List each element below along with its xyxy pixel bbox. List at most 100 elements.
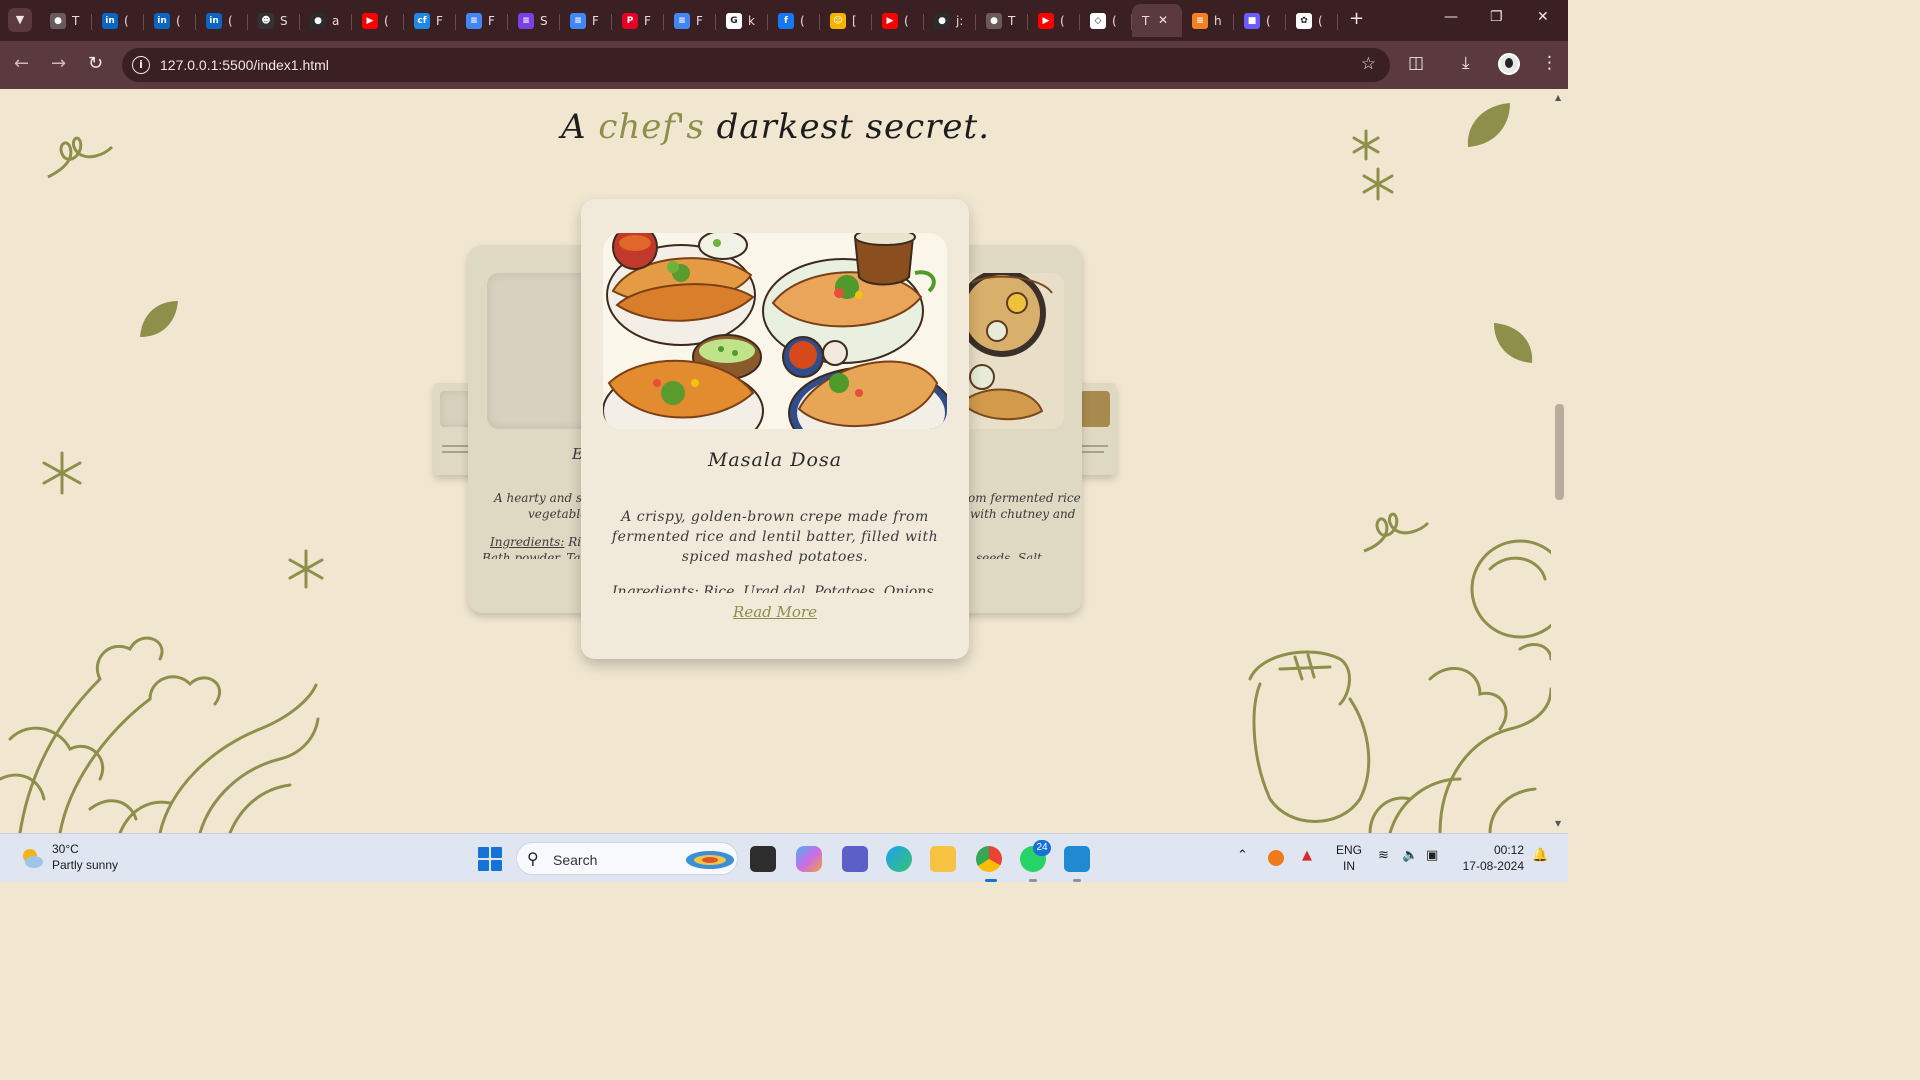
dish-ingredients: Ingredients: Rice, Urad dal, Potatoes, O… — [612, 584, 938, 593]
battery-icon[interactable]: ▣ — [1426, 848, 1438, 863]
browser-tab[interactable]: ◇( — [1080, 4, 1132, 37]
browser-tab[interactable]: in ( — [144, 4, 196, 37]
scroll-up-icon[interactable]: ▲ — [1555, 93, 1561, 102]
weather-temperature[interactable]: 30°C — [52, 842, 79, 856]
browser-tab[interactable]: PF — [612, 4, 664, 37]
task-view-icon[interactable] — [750, 846, 776, 872]
close-window-icon[interactable]: ✕ — [1537, 9, 1549, 25]
browser-tab[interactable]: ≡ F — [560, 4, 612, 37]
star-sprig-icon — [1352, 129, 1394, 201]
star-sprig-icon — [42, 451, 82, 495]
sync-icon[interactable]: ▲ — [1302, 848, 1312, 863]
tab-title: ( — [176, 13, 181, 28]
scroll-down-icon[interactable]: ▼ — [1555, 819, 1561, 828]
tab-title: ( — [1266, 13, 1271, 28]
tab-search-icon[interactable]: ▼ — [8, 8, 32, 32]
browser-tab[interactable]: ▶( — [352, 4, 404, 37]
browser-tab[interactable]: ☺[ — [820, 4, 872, 37]
copilot-icon[interactable] — [796, 846, 822, 872]
tab-title: F — [488, 13, 495, 28]
partly-sunny-icon[interactable] — [20, 846, 44, 870]
system-clock[interactable]: 00:12 17-08-2024 — [1458, 842, 1524, 874]
vscode-icon[interactable] — [1064, 846, 1090, 872]
extensions-icon[interactable]: ◫ — [1408, 53, 1424, 73]
browser-tab[interactable]: cf F — [404, 4, 456, 37]
forward-icon[interactable]: → — [51, 54, 66, 74]
dish-title: Masala Dosa — [707, 449, 843, 471]
search-highlight-icon — [686, 851, 734, 869]
scroll-thumb[interactable] — [1555, 404, 1564, 500]
close-tab-icon[interactable]: ✕ — [1158, 13, 1168, 27]
url-text[interactable]: 127.0.0.1:5500/index1.html — [160, 57, 329, 73]
tab-list: ● Tin(in(in(☻ S ● a ▶(cf F ≡ F ≡ S ≡ F P F ≡ F Gk f(☺[▶(● j… — [40, 4, 1338, 41]
browser-tab[interactable]: ✿( — [1286, 4, 1338, 37]
language-indicator[interactable]: ENG IN — [1336, 842, 1362, 874]
browser-tab[interactable]: ≡ F — [664, 4, 716, 37]
file-explorer-icon[interactable] — [930, 846, 956, 872]
docs-icon: ≡ — [466, 12, 482, 29]
browser-tab[interactable]: ≡ F — [456, 4, 508, 37]
vine-swirl-icon — [47, 136, 114, 179]
browser-tab[interactable]: ● T — [976, 4, 1028, 37]
github-icon: ● — [310, 12, 326, 29]
browser-tab[interactable]: f( — [768, 4, 820, 37]
browser-tab[interactable]: ▶( — [1028, 4, 1080, 37]
taskbar-search-box[interactable]: ⚲ Search — [516, 842, 738, 875]
show-hidden-icons-chevron-icon[interactable]: ⌃ — [1237, 848, 1248, 863]
bookmark-star-icon[interactable]: ☆ — [1361, 54, 1376, 74]
windows-start-icon[interactable] — [478, 847, 502, 871]
tab-title: S — [280, 13, 288, 28]
pinterest-icon: P — [622, 12, 638, 29]
emoji-icon: ☺ — [830, 12, 846, 29]
wifi-icon[interactable]: ≋ — [1378, 848, 1389, 863]
browser-tab[interactable]: ● T — [40, 4, 92, 37]
browser-tab[interactable]: ▶( — [872, 4, 924, 37]
tab-title: F — [592, 13, 599, 28]
new-tab-button[interactable]: + — [1349, 8, 1364, 29]
chatgpt-icon: ✿ — [1296, 12, 1312, 29]
tab-title: k — [748, 13, 755, 28]
vegetables-illustration-left — [0, 636, 320, 833]
carousel-card-active[interactable]: Masala Dosa A crispy, golden-brown crepe… — [581, 199, 969, 659]
edge-icon[interactable] — [886, 846, 912, 872]
whatsapp-unread-badge: 24 — [1033, 840, 1051, 856]
tab-title: S — [540, 13, 548, 28]
tab-title: ( — [1112, 13, 1117, 28]
browser-tab[interactable]: in ( — [196, 4, 248, 37]
weather-description[interactable]: Partly sunny — [52, 858, 118, 872]
browser-tab[interactable]: ≡ h — [1182, 4, 1234, 37]
address-bar[interactable]: i 127.0.0.1:5500/index1.html ☆ — [122, 48, 1390, 82]
back-icon[interactable]: ← — [14, 54, 29, 74]
browser-tab[interactable]: ☻ S — [248, 4, 300, 37]
language-region: IN — [1343, 859, 1355, 873]
card-ingredients: Ingredients: Ric — [490, 535, 588, 549]
windows-taskbar: 30°C Partly sunny ⚲ Search 24 ⌃ ▲ ENG IN … — [0, 833, 1568, 882]
teams-icon[interactable] — [842, 846, 868, 872]
github-icon: ● — [934, 12, 950, 29]
menu-kebab-icon[interactable]: ⋮ — [1541, 53, 1558, 73]
heading-pre: A — [560, 107, 599, 147]
browser-tab[interactable]: Gk — [716, 4, 768, 37]
download-icon[interactable]: ⤓ — [1462, 53, 1470, 73]
page-scrollbar[interactable]: ▲ ▼ — [1551, 89, 1568, 833]
browser-tab[interactable]: ● a — [300, 4, 352, 37]
avast-icon[interactable] — [1268, 850, 1284, 866]
browser-tab-active[interactable]: T ✕ — [1132, 4, 1182, 37]
browser-tab[interactable]: in ( — [92, 4, 144, 37]
volume-icon[interactable]: 🔈 — [1402, 848, 1418, 863]
site-info-icon[interactable]: i — [132, 56, 150, 74]
tab-title: ( — [1318, 13, 1323, 28]
browser-tab[interactable]: ● j: — [924, 4, 976, 37]
read-more-link[interactable]: Read More — [581, 603, 969, 621]
restore-icon[interactable]: ❐ — [1490, 9, 1503, 25]
reload-icon[interactable]: ↻ — [88, 54, 103, 74]
profile-avatar[interactable] — [1498, 53, 1520, 75]
heading-accent: chef's — [598, 107, 705, 147]
clock-date: 17-08-2024 — [1462, 859, 1524, 873]
minimize-icon[interactable]: — — [1444, 9, 1458, 25]
chrome-icon[interactable] — [976, 846, 1002, 872]
search-label: Search — [553, 852, 598, 868]
browser-tab[interactable]: ≡ S — [508, 4, 560, 37]
notification-bell-icon[interactable]: 🔔 — [1532, 848, 1548, 863]
browser-tab[interactable]: ■( — [1234, 4, 1286, 37]
